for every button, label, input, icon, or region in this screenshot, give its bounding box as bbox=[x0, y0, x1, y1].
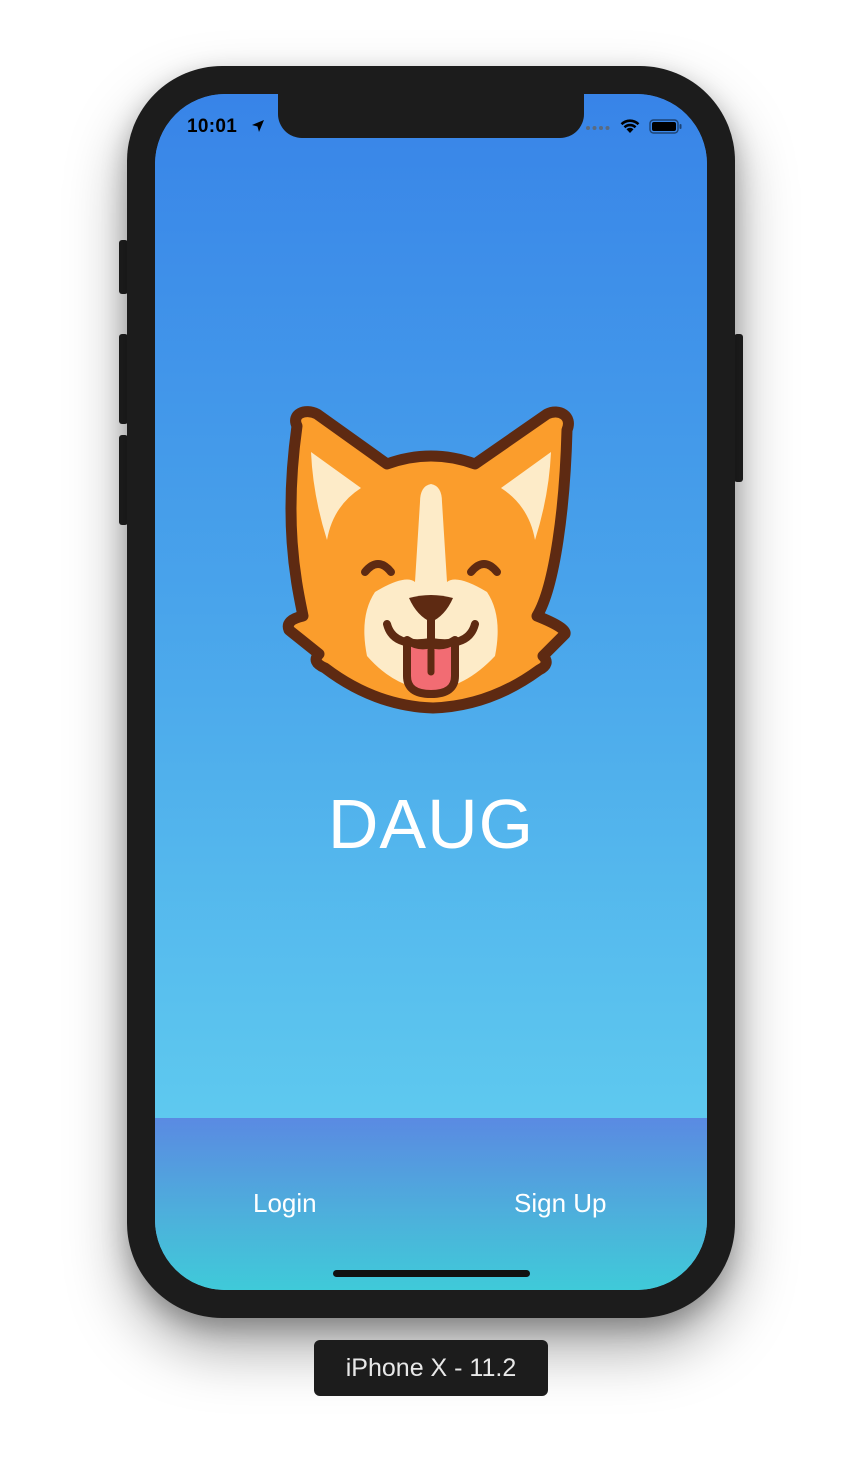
corgi-dog-icon bbox=[282, 406, 574, 714]
simulator-device-label: iPhone X - 11.2 bbox=[314, 1340, 548, 1396]
battery-icon bbox=[649, 119, 682, 134]
status-time: 10:01 bbox=[187, 116, 238, 137]
simulator-stage: 10:01 DAUG Login Sign Up iPhone X - 11.2 bbox=[0, 0, 862, 1480]
home-indicator[interactable] bbox=[333, 1270, 530, 1277]
app-screen: 10:01 DAUG Login Sign Up bbox=[155, 94, 707, 1290]
bottom-bar bbox=[155, 1118, 707, 1290]
app-title: DAUG bbox=[327, 785, 535, 863]
location-arrow-icon bbox=[252, 120, 264, 132]
power-button bbox=[734, 334, 743, 482]
cellular-signal-icon bbox=[586, 126, 610, 130]
notch bbox=[278, 94, 584, 138]
wifi-icon bbox=[620, 119, 640, 133]
login-button[interactable]: Login bbox=[253, 1188, 317, 1219]
sign-up-button[interactable]: Sign Up bbox=[514, 1188, 607, 1219]
